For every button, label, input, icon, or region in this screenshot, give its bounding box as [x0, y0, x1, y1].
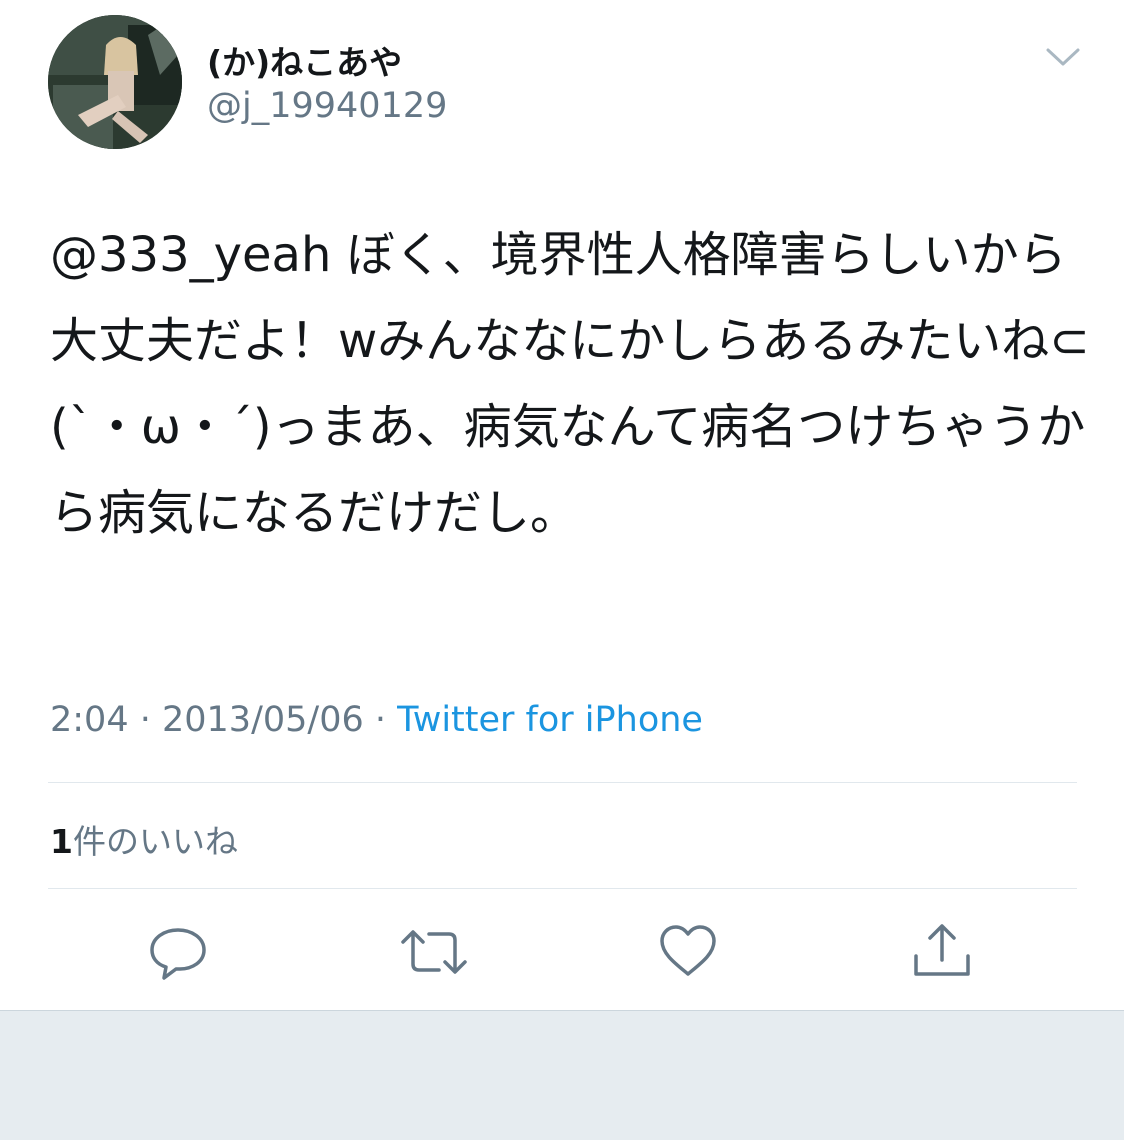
tweet-text: @333_yeah ぼく、境界性人格障害らしいから大丈夫だよ！wみんななにかしら… [50, 212, 1090, 556]
retweet-icon [401, 930, 467, 974]
divider [48, 782, 1077, 783]
likes-number: 1 [50, 822, 73, 861]
tweet-detail: (か)ねこあや @j_19940129 @333_yeah ぼく、境界性人格障害… [0, 0, 1124, 1010]
meta-separator: · [363, 700, 398, 740]
likes-label: 件のいいね [72, 822, 238, 861]
avatar-photo [48, 15, 182, 149]
tweet-source-link[interactable]: Twitter for iPhone [397, 700, 703, 740]
divider [48, 888, 1077, 889]
mention-link[interactable]: @333_yeah [50, 227, 331, 283]
display-name[interactable]: (か)ねこあや [207, 36, 402, 84]
meta-separator: · [128, 700, 162, 740]
tweet-meta: 2:04 · 2013/05/06 · Twitter for iPhone [50, 700, 703, 740]
tweet-time: 2:04 [50, 700, 129, 740]
heart-icon [660, 925, 716, 976]
user-handle[interactable]: @j_19940129 [207, 86, 447, 126]
share-icon [914, 924, 970, 976]
retweet-button[interactable] [399, 920, 467, 984]
chevron-down-icon[interactable] [1044, 42, 1082, 72]
reply-button[interactable] [146, 920, 210, 984]
share-button[interactable] [910, 920, 974, 984]
likes-count[interactable]: 1件のいいね [50, 815, 238, 863]
avatar[interactable] [48, 15, 182, 149]
like-button[interactable] [656, 920, 720, 984]
reply-icon [150, 928, 206, 980]
tweet-date: 2013/05/06 [162, 700, 364, 740]
page-footer-background [0, 1010, 1124, 1140]
